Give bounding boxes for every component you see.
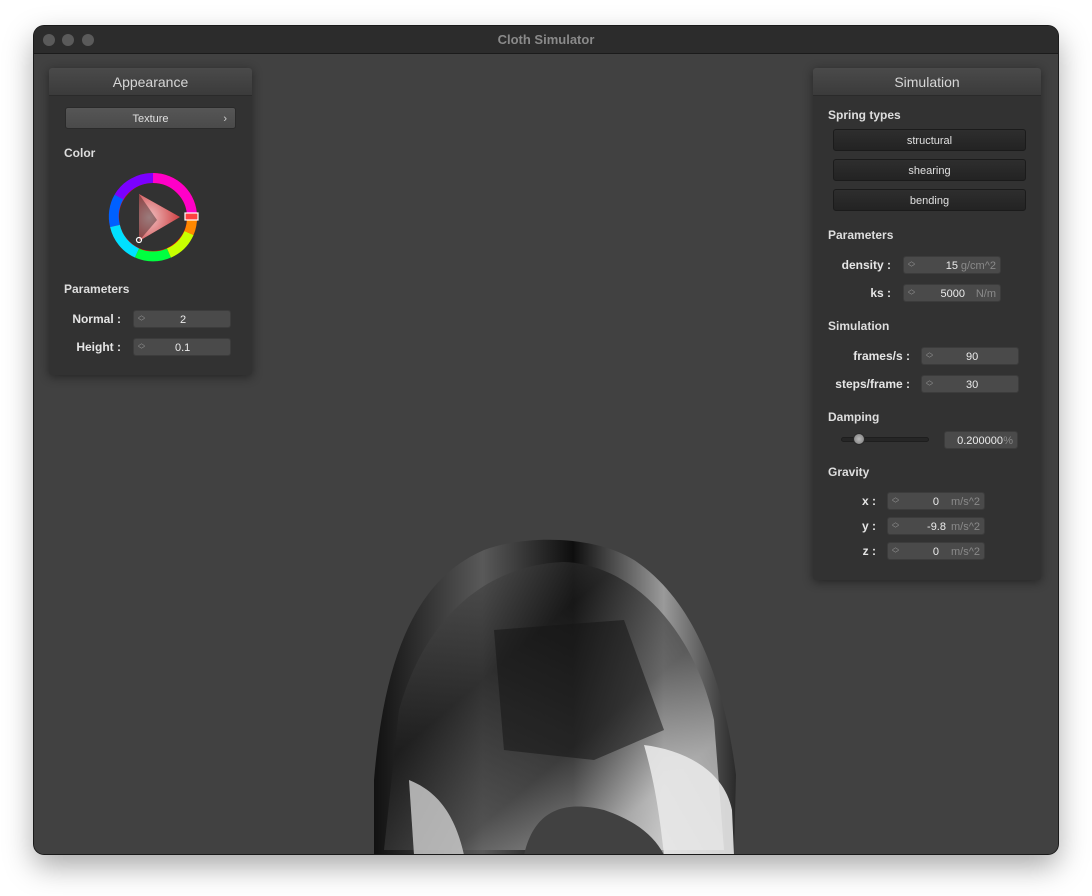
appearance-parameters-label: Parameters: [64, 282, 130, 296]
app-window: Cloth Simulator Appearance Texture › Col…: [34, 26, 1058, 854]
steps-label: steps/frame :: [835, 377, 910, 391]
fps-input[interactable]: ︿ ﹀ 90: [921, 347, 1019, 365]
normal-label: Normal :: [72, 312, 121, 326]
appearance-panel-title[interactable]: Appearance: [49, 68, 252, 96]
normal-input[interactable]: ︿ ﹀ 2: [133, 310, 231, 328]
bending-button[interactable]: bending: [833, 189, 1026, 211]
simulation-parameters-label: Parameters: [828, 228, 894, 242]
fps-label: frames/s :: [853, 349, 910, 363]
damping-label: Damping: [828, 410, 880, 424]
spinner-arrows-icon[interactable]: ︿ ﹀: [892, 519, 899, 533]
gravity-x-label: x :: [861, 494, 876, 508]
3d-viewport[interactable]: Appearance Texture › Color Parameters No…: [34, 55, 1058, 854]
color-wheel[interactable]: [107, 170, 203, 264]
structural-button[interactable]: structural: [833, 129, 1026, 151]
simulation-section-label: Simulation: [828, 319, 890, 333]
gravity-label: Gravity: [828, 465, 870, 479]
window-title: Cloth Simulator: [497, 32, 595, 47]
ks-label: ks :: [870, 286, 891, 300]
simulation-panel-title[interactable]: Simulation: [813, 68, 1041, 96]
damping-slider-track[interactable]: [841, 433, 929, 445]
appearance-panel: Appearance Texture › Color Parameters No…: [49, 68, 252, 375]
chevron-right-icon: ›: [223, 113, 227, 125]
spring-types-label: Spring types: [828, 108, 901, 122]
gravity-x-input[interactable]: ︿ ﹀ 0 m/s^2: [887, 492, 985, 510]
gravity-y-label: y :: [861, 519, 876, 533]
spinner-arrows-icon[interactable]: ︿ ﹀: [926, 349, 933, 363]
title-bar[interactable]: Cloth Simulator: [34, 26, 1058, 54]
color-label: Color: [64, 146, 96, 160]
density-label: density :: [841, 258, 891, 272]
spinner-arrows-icon[interactable]: ︿ ﹀: [908, 258, 915, 272]
damping-slider-knob[interactable]: [853, 433, 865, 445]
spinner-arrows-icon[interactable]: ︿ ﹀: [892, 544, 899, 558]
spinner-arrows-icon[interactable]: ︿ ﹀: [908, 286, 915, 300]
gravity-z-label: z :: [862, 544, 876, 558]
spinner-arrows-icon[interactable]: ︿ ﹀: [892, 494, 899, 508]
spinner-arrows-icon[interactable]: ︿ ﹀: [138, 340, 145, 354]
density-input[interactable]: ︿ ﹀ 15 g/cm^2: [903, 256, 1001, 274]
spinner-arrows-icon[interactable]: ︿ ﹀: [926, 377, 933, 391]
texture-button-label: Texture: [132, 113, 169, 125]
height-label: Height :: [76, 340, 121, 354]
simulation-panel: Simulation Spring types structural shear…: [813, 68, 1041, 580]
gravity-y-input[interactable]: ︿ ﹀ -9.8 m/s^2: [887, 517, 985, 535]
height-input[interactable]: ︿ ﹀ 0.1: [133, 338, 231, 356]
steps-input[interactable]: ︿ ﹀ 30: [921, 375, 1019, 393]
damping-input[interactable]: 0.200000 %: [944, 431, 1018, 449]
ks-input[interactable]: ︿ ﹀ 5000 N/m: [903, 284, 1001, 302]
cloth-render: [374, 539, 736, 854]
gravity-z-input[interactable]: ︿ ﹀ 0 m/s^2: [887, 542, 985, 560]
shearing-button[interactable]: shearing: [833, 159, 1026, 181]
spinner-arrows-icon[interactable]: ︿ ﹀: [138, 312, 145, 326]
texture-button[interactable]: Texture ›: [65, 107, 236, 129]
